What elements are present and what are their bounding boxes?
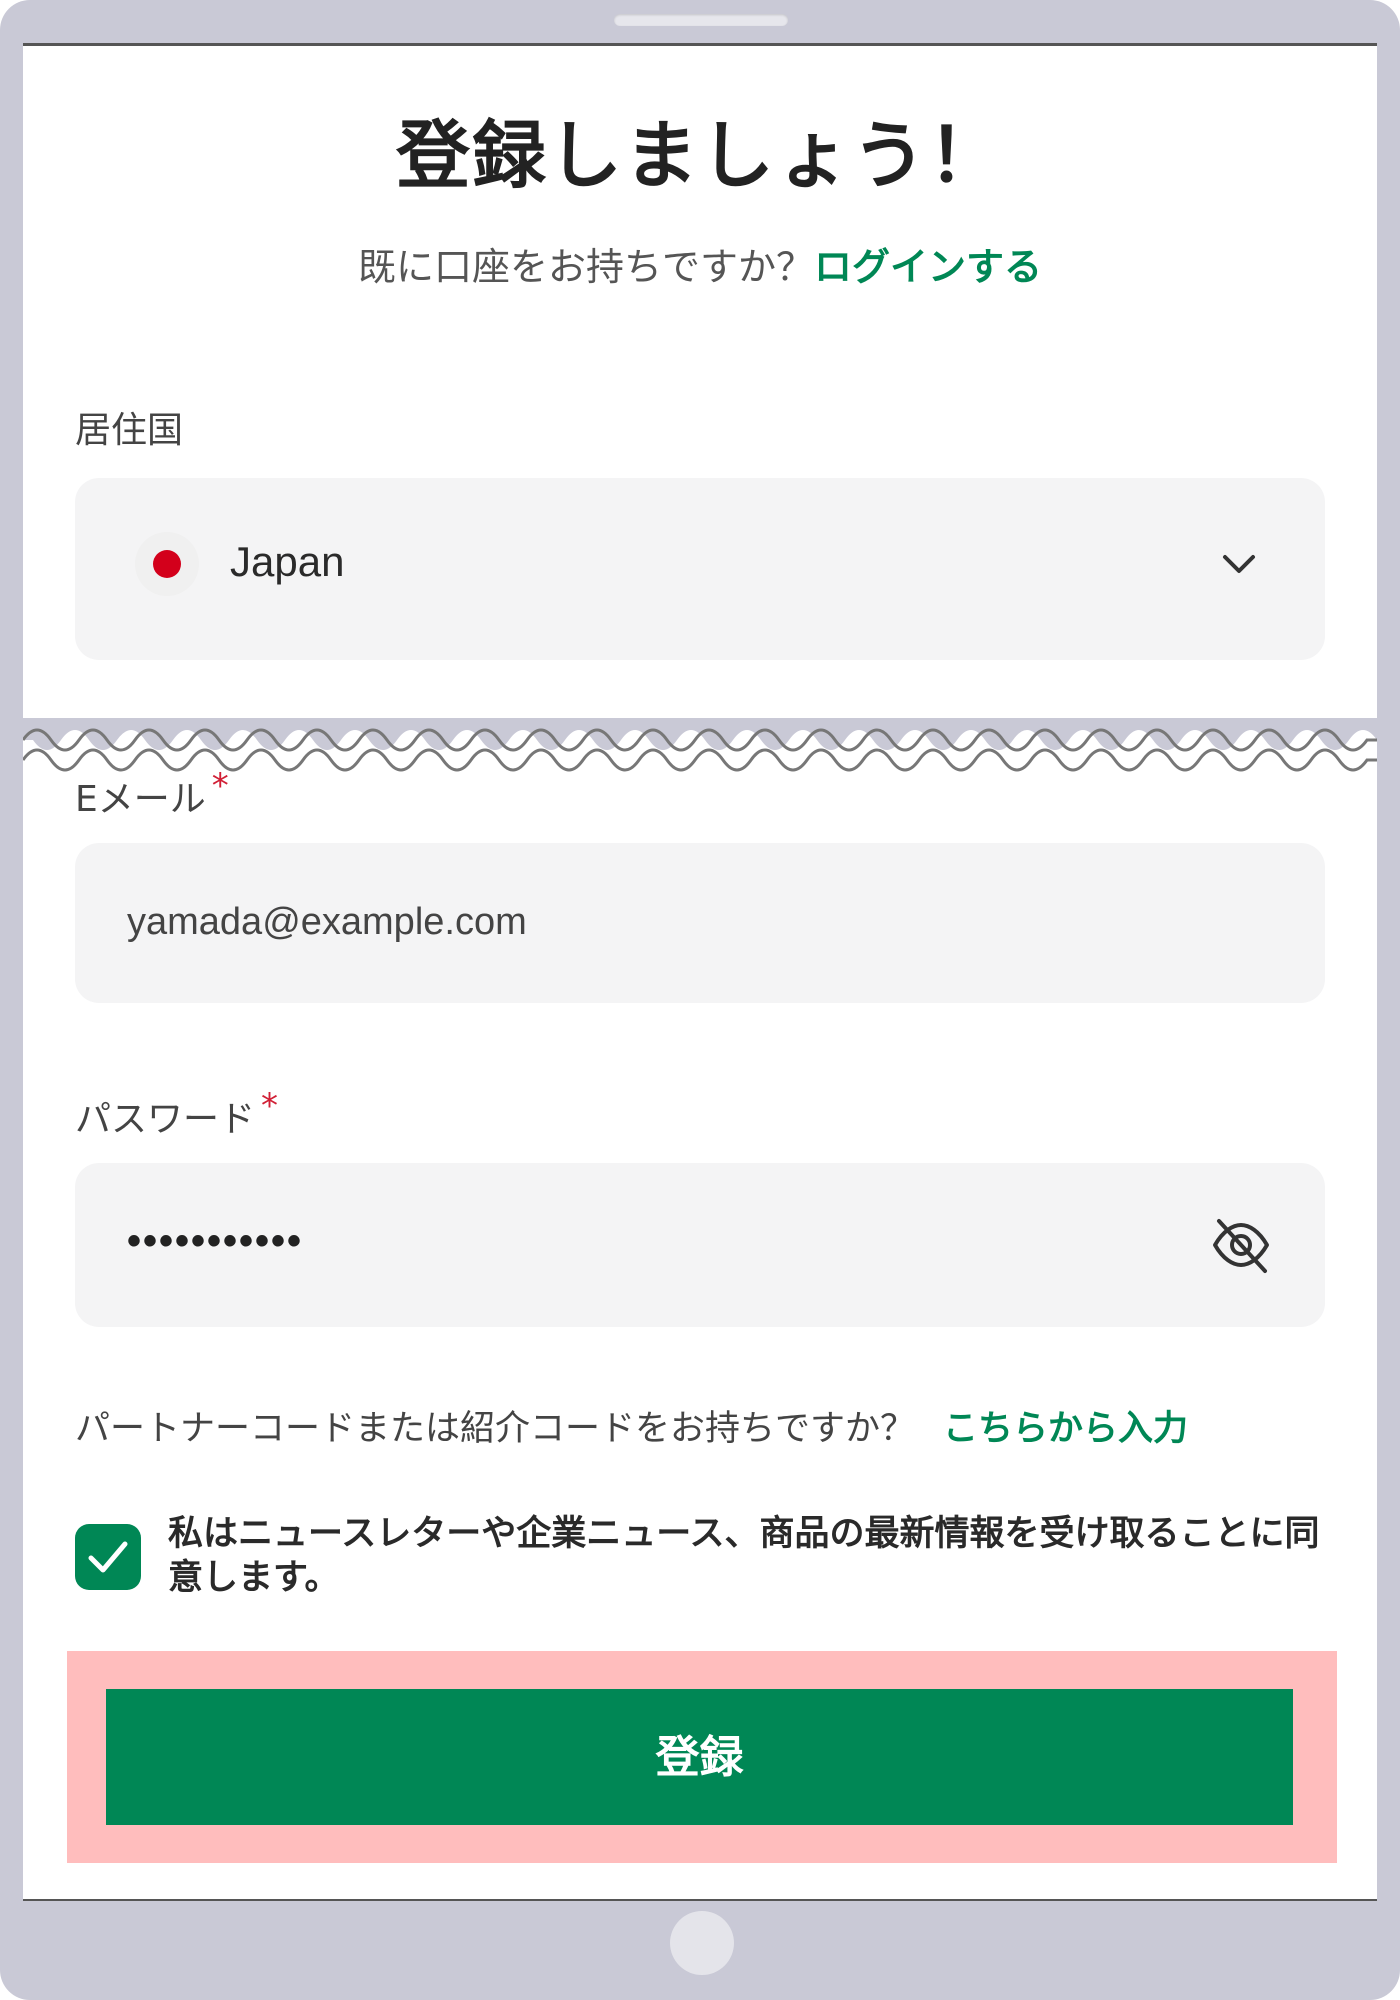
page-title: 登録しましょう！ — [396, 113, 1004, 199]
tablet-speaker — [614, 14, 788, 26]
tablet-frame: 登録しましょう！ 既に口座をお持ちですか？ログインする 居住国 Japan Eメ… — [0, 0, 1400, 2000]
password-label: パスワード * — [75, 1086, 278, 1142]
japan-flag-icon — [135, 532, 199, 596]
country-select[interactable]: Japan — [75, 478, 1325, 660]
country-label: 居住国 — [75, 410, 184, 451]
email-label: Eメール * — [75, 766, 229, 822]
login-prompt-line: 既に口座をお持ちですか？ログインする — [23, 236, 1377, 291]
country-value: Japan — [230, 538, 345, 585]
screen: 登録しましょう！ 既に口座をお持ちですか？ログインする 居住国 Japan Eメ… — [23, 43, 1377, 1901]
partner-code-prompt: パートナーコードまたは紹介コードをお持ちですか？ — [75, 1409, 916, 1449]
password-field[interactable]: ••••••••••• — [75, 1163, 1325, 1327]
password-masked-value: ••••••••••• — [127, 1219, 304, 1263]
register-button[interactable]: 登録 — [106, 1689, 1293, 1825]
check-icon — [88, 1541, 128, 1573]
eye-slash-icon[interactable] — [1209, 1213, 1273, 1277]
consent-text: 私はニュースレターや企業ニュース、商品の最新情報を受け取ることに同意します。 — [168, 1514, 1320, 1598]
partner-code-link[interactable]: こちらから入力 — [943, 1409, 1188, 1449]
email-value: yamada@example.com — [127, 901, 527, 943]
required-mark: * — [261, 1086, 279, 1126]
login-prompt-text: 既に口座をお持ちですか？ — [357, 245, 814, 289]
consent-checkbox[interactable] — [75, 1524, 141, 1590]
email-label-text: Eメール — [75, 779, 206, 820]
tablet-home-button — [670, 1911, 734, 1975]
login-link[interactable]: ログインする — [814, 245, 1042, 289]
password-label-text: パスワード — [75, 1099, 256, 1140]
email-field[interactable]: yamada@example.com — [75, 843, 1325, 1003]
partner-code-line: パートナーコードまたは紹介コードをお持ちですか？ こちらから入力 — [75, 1400, 1188, 1451]
required-mark: * — [211, 766, 229, 806]
chevron-down-icon — [1223, 555, 1255, 573]
